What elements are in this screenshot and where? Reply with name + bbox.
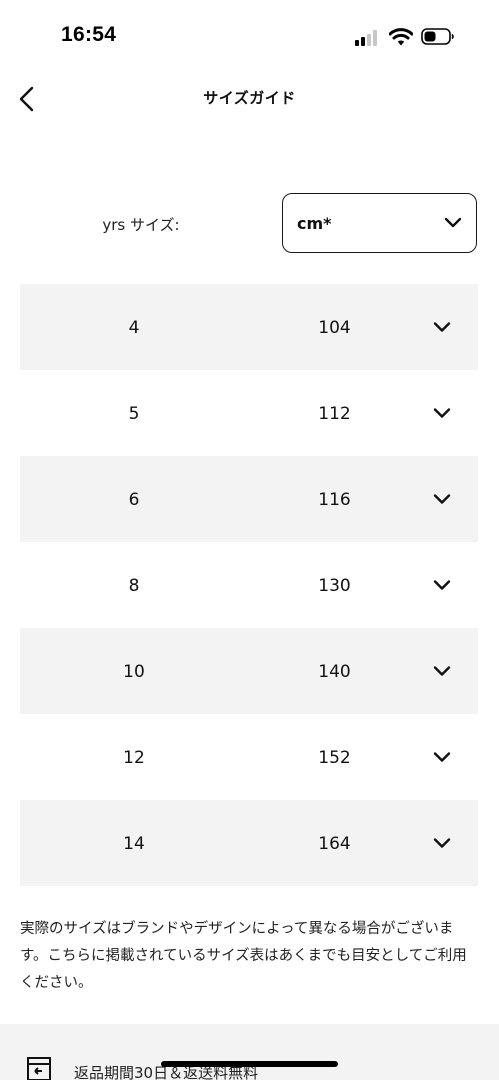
table-row[interactable]: 5 112	[20, 370, 478, 456]
table-row[interactable]: 10 140	[20, 628, 478, 714]
yrs-cell: 4	[128, 318, 140, 338]
return-box-icon	[27, 1057, 51, 1080]
header: サイズガイド	[0, 75, 499, 125]
chevron-down-icon	[433, 494, 451, 504]
cm-cell: 152	[318, 748, 351, 768]
returns-banner: 返品期間30日＆返送料無料	[0, 1024, 499, 1080]
battery-icon	[421, 28, 454, 45]
chevron-down-icon	[433, 408, 451, 418]
chevron-down-icon	[433, 752, 451, 762]
yrs-cell: 8	[128, 576, 140, 596]
cm-cell: 130	[318, 576, 351, 596]
size-table: 4 104 5 112 6 116 8 130 10 140 12 152 14…	[20, 284, 478, 886]
wifi-icon	[389, 28, 413, 46]
chevron-down-icon	[433, 580, 451, 590]
yrs-cell: 14	[123, 834, 145, 854]
unit-select[interactable]: cm*	[282, 193, 477, 253]
status-time: 16:54	[61, 23, 117, 46]
yrs-cell: 10	[123, 662, 145, 682]
chevron-down-icon	[433, 322, 451, 332]
table-row[interactable]: 6 116	[20, 456, 478, 542]
status-bar: 16:54	[0, 0, 499, 75]
unit-select-value: cm*	[297, 214, 332, 233]
size-type-label: yrs サイズ:	[102, 216, 180, 234]
yrs-cell: 6	[128, 490, 140, 510]
chevron-down-icon	[433, 666, 451, 676]
cm-cell: 116	[318, 490, 351, 510]
table-row[interactable]: 4 104	[20, 284, 478, 370]
home-indicator	[161, 1061, 338, 1067]
cellular-signal-icon	[355, 30, 381, 46]
table-row[interactable]: 14 164	[20, 800, 478, 886]
size-disclaimer: 実際のサイズはブランドやデザインによって異なる場合がございます。こちらに掲載され…	[20, 921, 467, 991]
cm-cell: 140	[318, 662, 351, 682]
yrs-cell: 12	[123, 748, 145, 768]
size-guide-screen: 16:54 サイズガイド yrs サイズ: cm* 4 104 5 112 6 …	[0, 0, 499, 1080]
yrs-cell: 5	[128, 404, 140, 424]
table-row[interactable]: 8 130	[20, 542, 478, 628]
cm-cell: 164	[318, 834, 351, 854]
chevron-down-icon	[444, 217, 462, 228]
page-title: サイズガイド	[203, 89, 296, 107]
cm-cell: 104	[318, 318, 351, 338]
table-row[interactable]: 12 152	[20, 714, 478, 800]
chevron-down-icon	[433, 838, 451, 848]
cm-cell: 112	[318, 404, 351, 424]
